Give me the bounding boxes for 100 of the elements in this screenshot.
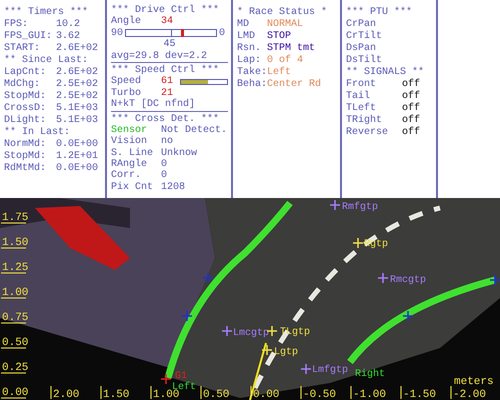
field-value: 2.5E+02: [56, 91, 98, 103]
marker-label: Lmfgtp: [312, 365, 348, 376]
x-axis-label: 1.50: [100, 386, 130, 400]
field-label: DLight:: [4, 115, 48, 126]
x-axis-label: 0.00: [250, 386, 280, 400]
field-value: 0 of 4: [267, 55, 304, 66]
y-axis-label: 1.75: [0, 212, 28, 224]
field-label: Corr.: [111, 170, 142, 182]
field-label: CrossD:: [4, 103, 48, 114]
field-value: 5.1E+03: [56, 115, 98, 127]
field-label: FPS_GUI:: [4, 31, 54, 43]
field-label: Angle: [111, 16, 142, 28]
section-heading: ** SIGNALS **: [346, 67, 424, 78]
section-heading: ** In Last:: [4, 127, 70, 138]
section-heading: *** Timers ***: [4, 7, 88, 19]
field-value: STPM tmt: [267, 43, 316, 54]
field-value: off: [402, 115, 420, 126]
field-label: TRight: [346, 115, 384, 127]
field-label: LMD: [237, 31, 256, 43]
field-label: Sensor: [111, 124, 148, 136]
status-text: N+kT [DC nfnd]: [111, 99, 196, 111]
field-label: Tail: [346, 91, 372, 102]
field-label: Pix Cnt: [111, 182, 154, 194]
field-value: no: [161, 136, 174, 148]
field-label: NormMd:: [4, 139, 48, 150]
field-value: Center Rd: [267, 79, 322, 91]
y-axis-label: 1.50: [0, 237, 28, 249]
field-label: MD: [237, 19, 250, 31]
field-value: 2.5E+02: [56, 79, 98, 91]
field-value: off: [402, 91, 420, 102]
status-text: DsTilt: [346, 55, 382, 66]
field-value: NORMAL: [267, 19, 304, 31]
field-value: 61: [161, 76, 174, 88]
field-value: off: [402, 79, 420, 90]
x-axis-label: -2.00: [450, 386, 486, 400]
marker-label: Rmcgtp: [390, 275, 426, 286]
field-label: RAngle: [111, 159, 148, 170]
field-value: Not Detect.: [161, 124, 228, 136]
field-label: S. Line: [111, 148, 154, 159]
y-axis-label: 0.25: [0, 362, 28, 374]
x-axis-label: 2.00: [50, 386, 80, 400]
field-label: Lap:: [237, 55, 262, 66]
field-label: LapCnt:: [4, 67, 48, 78]
slider-max-label: 0: [219, 28, 226, 40]
field-value: 5.1E+03: [56, 103, 98, 115]
x-axis-label: 0.50: [200, 386, 230, 400]
section-heading: *** Drive Ctrl ***: [111, 5, 220, 16]
y-axis-label: 1.00: [0, 287, 28, 299]
y-axis-label: 0.75: [0, 312, 28, 324]
marker-label: Rgtp: [364, 239, 388, 250]
field-value: 1.2E+01: [56, 151, 98, 163]
field-label: Rsn.: [237, 43, 262, 55]
field-value: Left: [267, 67, 292, 79]
field-label: TLeft: [346, 103, 378, 114]
field-value: 0: [161, 159, 168, 170]
status-text: CrTilt: [346, 31, 382, 43]
field-value: 2.6E+02: [56, 67, 98, 79]
x-axis-label: -1.00: [350, 386, 386, 400]
field-value: 3.62: [56, 31, 80, 43]
field-value: STOP: [267, 31, 292, 43]
status-text: CrPan: [346, 19, 376, 30]
field-value: 2.6E+02: [56, 43, 98, 55]
slider-min-label: 90: [111, 28, 124, 40]
section-heading: * Race Status *: [237, 7, 328, 19]
x-axis-label: -1.50: [400, 386, 436, 400]
field-label: RdMtMd:: [4, 163, 48, 175]
unit-label: meters: [454, 376, 494, 388]
field-label: Speed: [111, 76, 142, 88]
marker-label: Rmfgtp: [342, 202, 378, 213]
lane-label: Right: [355, 369, 386, 380]
field-value: Unknow: [161, 148, 198, 160]
field-label: Beha:: [237, 79, 267, 91]
field-value: 1208: [161, 182, 186, 194]
field-label: Vision: [111, 136, 148, 148]
y-axis-label: 1.25: [0, 262, 28, 274]
field-label: Turbo: [111, 88, 142, 99]
y-axis-label: 0.00: [0, 387, 28, 399]
section-heading: ** Since Last:: [4, 55, 88, 67]
field-value: 0.0E+00: [56, 139, 98, 151]
x-axis-label: -0.50: [300, 386, 336, 400]
field-label: Front: [346, 79, 378, 90]
field-label: START:: [4, 43, 42, 54]
field-value: 34: [161, 16, 174, 28]
field-label: MdChg:: [4, 79, 42, 90]
field-label: Reverse: [346, 127, 390, 139]
section-heading: *** PTU ***: [346, 7, 412, 19]
field-value: off: [402, 127, 420, 139]
field-value: 10.2: [56, 19, 80, 31]
field-label: Take:: [237, 67, 267, 78]
field-value: 0: [161, 170, 168, 182]
status-text: DsPan: [346, 43, 376, 54]
field-value: 21: [161, 88, 174, 99]
section-heading: *** Speed Ctrl ***: [111, 64, 220, 76]
field-label: StopMd:: [4, 91, 48, 103]
field-label: FPS:: [4, 19, 30, 31]
marker-label: Lmcgtp: [233, 328, 270, 339]
status-text: avg=29.8 dev=2.2: [111, 50, 208, 62]
section-heading: *** Cross Det. ***: [111, 114, 220, 125]
angle-center-value: 45: [163, 39, 176, 50]
y-axis-label: 0.50: [0, 337, 28, 349]
